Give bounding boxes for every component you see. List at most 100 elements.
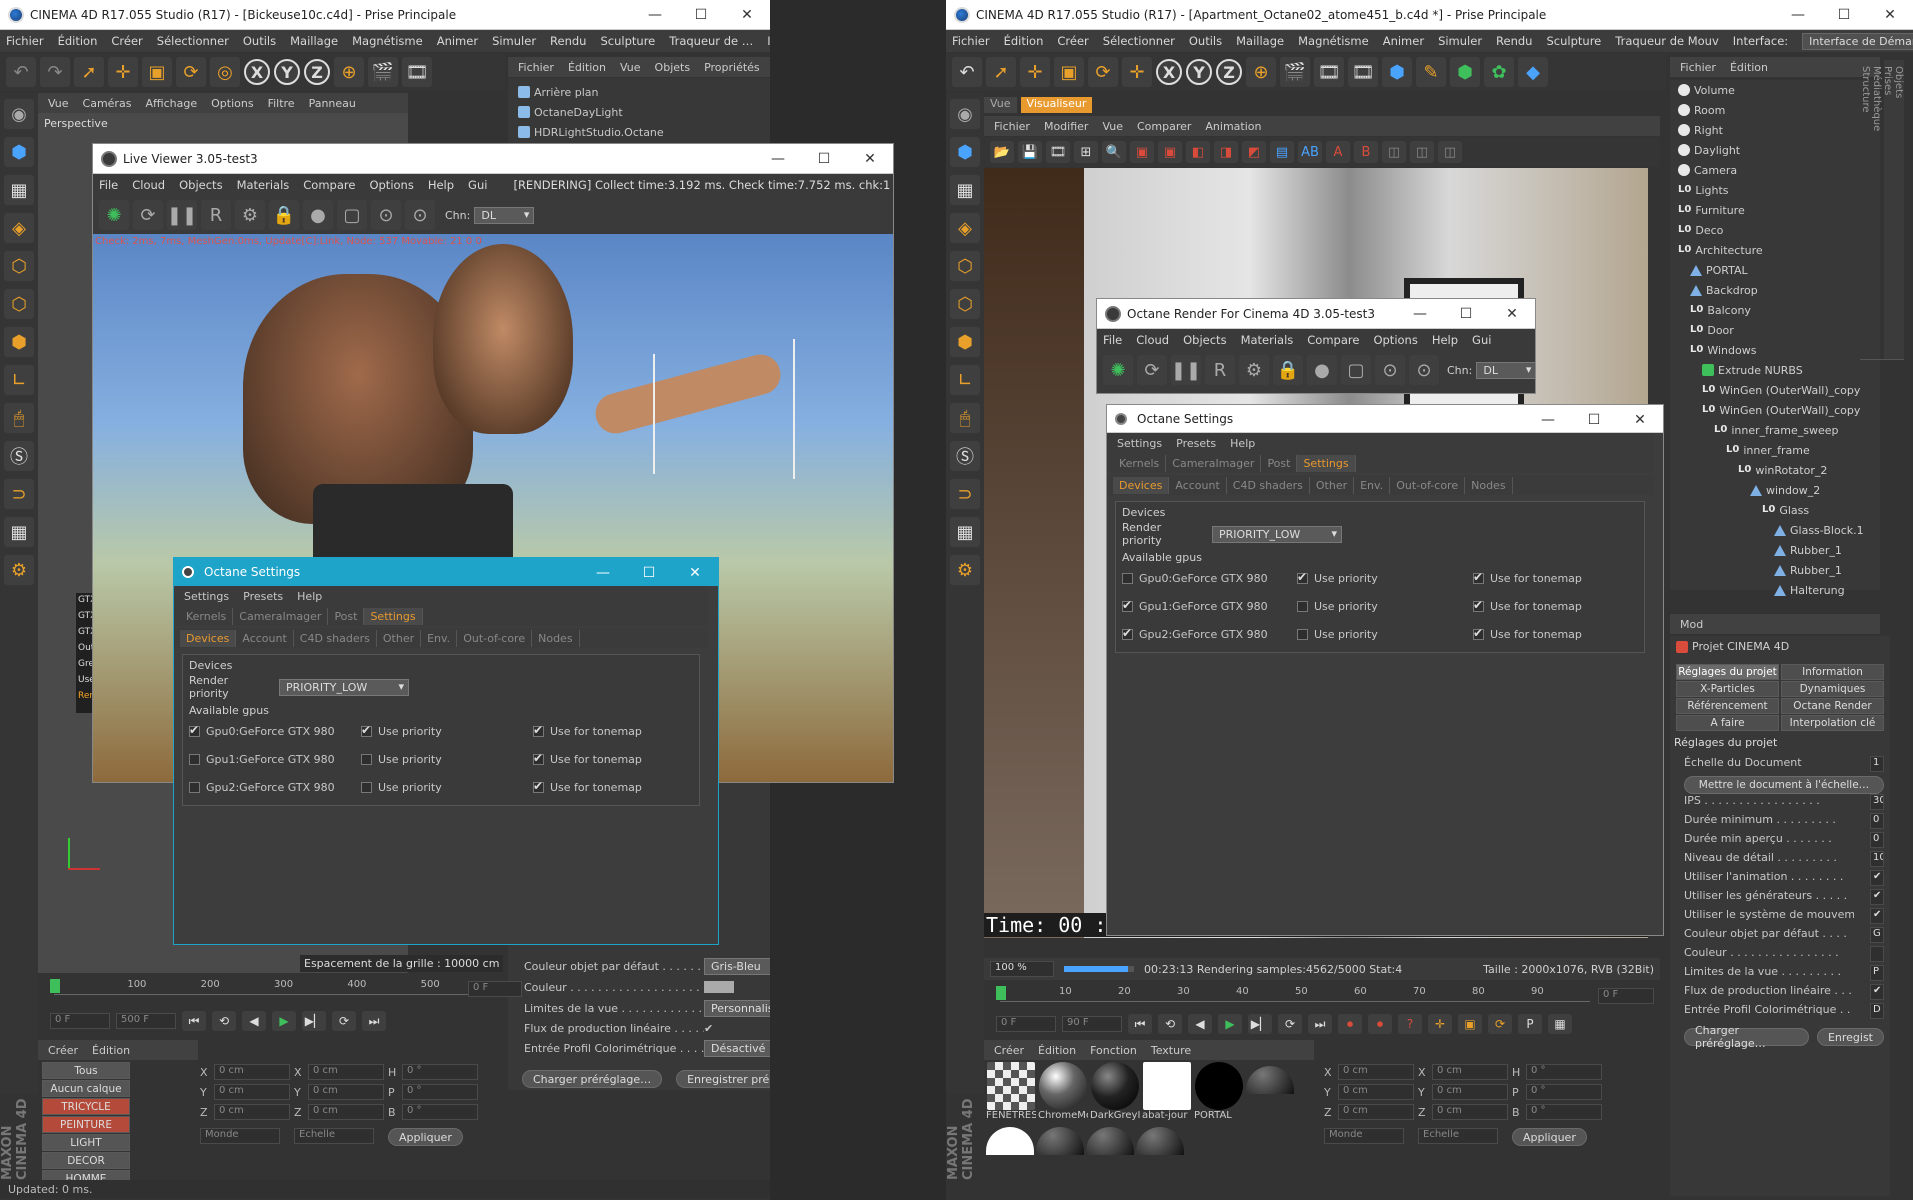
- menu-item-5[interactable]: Maillage: [1236, 34, 1284, 48]
- mat-menu-1[interactable]: Édition: [1038, 1044, 1076, 1057]
- use-priority-checkbox[interactable]: [1297, 600, 1308, 612]
- attr-row-value[interactable]: Désactivé: [704, 1039, 770, 1057]
- autokey-icon[interactable]: ⏺: [1368, 1014, 1392, 1034]
- settings-tab[interactable]: CameraImager: [1166, 454, 1262, 472]
- material-ball-icon[interactable]: ●: [303, 200, 333, 230]
- last-frame-icon[interactable]: ⏭: [362, 1011, 386, 1031]
- side-tab[interactable]: Prises: [1882, 60, 1893, 360]
- menu-item-10[interactable]: Sculpture: [600, 34, 655, 48]
- tree-item[interactable]: Halterung: [1774, 582, 1845, 598]
- lv-menu-6[interactable]: Help: [428, 178, 454, 192]
- attr-row-value[interactable]: Gris-Bleu: [704, 957, 770, 975]
- save-preset-button[interactable]: Enregistrer préréglage…: [676, 1070, 770, 1088]
- pen-icon[interactable]: ✎: [1416, 57, 1446, 87]
- material-thumb[interactable]: FENETRES: [986, 1062, 1036, 1121]
- mat-menu-1[interactable]: Édition: [92, 1044, 130, 1057]
- settings-tab[interactable]: Kernels: [1113, 454, 1167, 472]
- viewport-menu-5[interactable]: Panneau: [309, 97, 356, 110]
- menu-item-12[interactable]: Interface:: [767, 34, 770, 48]
- apply-button[interactable]: Appliquer: [1512, 1128, 1587, 1146]
- menu-item-6[interactable]: Magnétisme: [352, 34, 423, 48]
- settings-subtab[interactable]: Devices: [1113, 476, 1170, 494]
- coord-mode-scale[interactable]: Echelle: [294, 1128, 374, 1144]
- lv-menu-2[interactable]: Objects: [179, 178, 222, 192]
- pv-menu-1[interactable]: Modifier: [1044, 120, 1088, 133]
- tree-item[interactable]: window_2: [1750, 482, 1820, 498]
- octane-logo-icon[interactable]: ✺: [99, 200, 129, 230]
- project-tab-button[interactable]: Dynamiques: [1781, 681, 1884, 697]
- current-frame-field[interactable]: 0 F: [468, 981, 522, 997]
- workplane-icon[interactable]: ◈: [4, 213, 34, 243]
- pv-menu-3[interactable]: Comparer: [1137, 120, 1191, 133]
- side-tab[interactable]: Structure: [1860, 60, 1871, 360]
- menu-item-7[interactable]: Animer: [437, 34, 478, 48]
- layer-icon[interactable]: ▣: [1158, 141, 1182, 163]
- menu-item-0[interactable]: Fichier: [6, 34, 44, 48]
- minimize-icon[interactable]: —: [755, 144, 801, 174]
- settings-subtab[interactable]: Out-of-core: [1390, 476, 1466, 494]
- tree-item[interactable]: L0 Architecture: [1678, 242, 1763, 258]
- tree-item[interactable]: L0 Balcony: [1690, 302, 1751, 318]
- settings-subtab[interactable]: Other: [1310, 476, 1355, 494]
- tab-vue[interactable]: Vue: [984, 97, 1017, 113]
- settings-tab[interactable]: Post: [328, 607, 365, 625]
- coord-field[interactable]: 0 cm: [1432, 1104, 1508, 1120]
- magnet-icon[interactable]: ⊃: [950, 479, 980, 509]
- render-priority-dropdown[interactable]: PRIORITY_LOW: [1212, 525, 1342, 543]
- pause-icon[interactable]: ❚❚: [167, 200, 197, 230]
- tree-item[interactable]: L0 WinGen (OuterWall)_copy: [1702, 402, 1860, 418]
- playhead[interactable]: [50, 979, 60, 993]
- viewport-menu-2[interactable]: Affichage: [145, 97, 197, 110]
- model-mode-icon[interactable]: ⬢: [4, 137, 34, 167]
- tree-item[interactable]: PORTAL: [1690, 262, 1748, 278]
- project-setting-value[interactable]: 0 F: [1870, 832, 1884, 848]
- menu-item-1[interactable]: Édition: [1004, 34, 1044, 48]
- project-tab-button[interactable]: X-Particles: [1676, 681, 1779, 697]
- material-ball-icon[interactable]: [1086, 1127, 1134, 1155]
- settings-subtab[interactable]: Out-of-core: [457, 629, 533, 647]
- tree-item[interactable]: L0 Glass: [1762, 502, 1809, 518]
- project-tab-button[interactable]: Réglages du projet: [1676, 664, 1779, 680]
- tree-item[interactable]: L0 Windows: [1690, 342, 1756, 358]
- settings-menu-item[interactable]: Help: [1230, 437, 1255, 450]
- restart-render-icon[interactable]: ⟳: [133, 200, 163, 230]
- lv-menu-7[interactable]: Gui: [468, 178, 487, 192]
- settings-subtab[interactable]: C4D shaders: [1227, 476, 1310, 494]
- scale-tool-icon[interactable]: ▣: [1054, 57, 1084, 87]
- coord-field[interactable]: 0 °: [1526, 1064, 1602, 1080]
- subdivision-icon[interactable]: ⬢: [1450, 57, 1480, 87]
- menu-item-3[interactable]: Sélectionner: [157, 34, 229, 48]
- scale-key-icon[interactable]: ▣: [1458, 1014, 1482, 1034]
- material-ball-icon[interactable]: [1246, 1066, 1294, 1094]
- tree-item[interactable]: L0 Furniture: [1678, 202, 1745, 218]
- polygons-mode-icon[interactable]: ⬢: [950, 327, 980, 357]
- make-editable-icon[interactable]: ◉: [4, 99, 34, 129]
- use-tonemap-checkbox[interactable]: [533, 751, 544, 765]
- tree-item[interactable]: L0 Deco: [1678, 222, 1723, 238]
- project-tab-button[interactable]: Octane Render: [1781, 698, 1884, 714]
- maximize-icon[interactable]: ☐: [626, 558, 672, 588]
- coord-field[interactable]: 0 cm: [1432, 1084, 1508, 1100]
- octane-logo-icon[interactable]: ✺: [1103, 355, 1133, 385]
- tree-item[interactable]: Daylight: [1678, 142, 1740, 158]
- channel-dropdown[interactable]: DL: [474, 206, 535, 224]
- viewport-menu-1[interactable]: Caméras: [83, 97, 132, 110]
- next-key-icon[interactable]: ⟳: [332, 1011, 356, 1031]
- tree-item[interactable]: L0 Lights: [1678, 182, 1729, 198]
- mat-menu-0[interactable]: Créer: [994, 1044, 1024, 1057]
- objmgr-menu-1[interactable]: Édition: [1730, 61, 1768, 74]
- tree-item[interactable]: Extrude NURBS: [1702, 362, 1803, 378]
- snap-settings-icon[interactable]: ⚙: [950, 555, 980, 585]
- tree-item[interactable]: Volume: [1678, 82, 1735, 98]
- menu-item-4[interactable]: Outils: [1189, 34, 1222, 48]
- next-frame-icon[interactable]: ▶▏: [1248, 1014, 1272, 1034]
- lock-icon[interactable]: 🔒: [1273, 355, 1303, 385]
- first-frame-icon[interactable]: ⏮: [1128, 1014, 1152, 1034]
- param-key-icon[interactable]: P: [1518, 1014, 1542, 1034]
- coord-field[interactable]: 0 cm: [1338, 1084, 1414, 1100]
- close-icon[interactable]: ✕: [847, 144, 893, 174]
- compare-icon[interactable]: ◧: [1186, 141, 1210, 163]
- start-frame-field[interactable]: 0 F: [50, 1013, 110, 1029]
- next-frame-icon[interactable]: ▶▏: [302, 1011, 326, 1031]
- settings-tab[interactable]: Post: [1261, 454, 1298, 472]
